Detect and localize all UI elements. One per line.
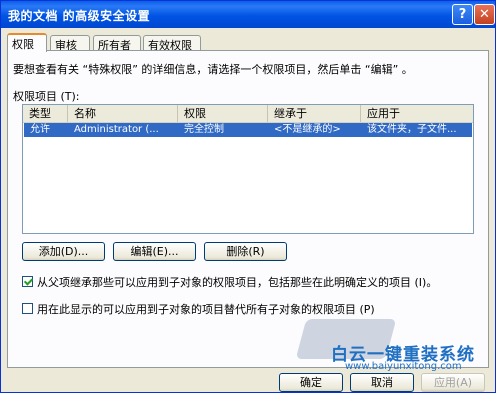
close-button[interactable]: ✕ [474, 4, 495, 25]
cell-applies-to: 该文件夹，子文件... [367, 124, 457, 135]
tab-owner[interactable]: 所有者 [93, 35, 141, 52]
column-inherited-from[interactable]: 继承于 [268, 105, 361, 122]
column-name[interactable]: 名称 [68, 105, 178, 122]
column-type[interactable]: 类型 [23, 105, 68, 122]
help-button[interactable]: ? [452, 4, 473, 25]
ok-button[interactable]: 确定 [279, 373, 343, 392]
cell-type: 允许 [30, 124, 50, 135]
window-title: 我的文档 的高级安全设置 [8, 9, 151, 23]
column-applies-to[interactable]: 应用于 [361, 105, 473, 122]
apply-button[interactable]: 应用(A) [421, 373, 485, 392]
watermark-url: www.baiyunxitong.com [345, 361, 462, 372]
edit-button[interactable]: 编辑(E)... [113, 242, 196, 261]
tab-permissions[interactable]: 权限 [7, 33, 47, 52]
cell-permission: 完全控制 [184, 124, 224, 135]
permission-list-label: 权限项目 (T): [13, 90, 80, 103]
cancel-button[interactable]: 取消 [350, 373, 414, 392]
intro-text: 要想查看有关 “特殊权限” 的详细信息，请选择一个权限项目，然后单击 “编辑” … [13, 63, 413, 76]
remove-button[interactable]: 删除(R) [204, 242, 287, 261]
list-header: 类型 名称 权限 继承于 应用于 [23, 105, 473, 123]
inherit-label: 从父项继承那些可以应用到子对象的权限项目，包括那些在此明确定义的项目 (I)。 [37, 276, 438, 289]
column-permission[interactable]: 权限 [178, 105, 268, 122]
permission-list[interactable]: 类型 名称 权限 继承于 应用于 允许 Administrator (... 完… [22, 104, 474, 234]
tab-effective-permissions[interactable]: 有效权限 [143, 35, 201, 52]
cell-inherited-from: <不是继承的> [274, 124, 341, 135]
cell-name: Administrator (... [74, 124, 159, 135]
add-button[interactable]: 添加(D)... [22, 242, 105, 261]
security-dialog: 我的文档 的高级安全设置 ? ✕ 权限 审核 所有者 有效权限 要想查看有关 “… [0, 0, 496, 393]
replace-label: 用在此显示的可以应用到子对象的项目替代所有子对象的权限项目 (P) [37, 303, 375, 316]
replace-checkbox[interactable] [22, 303, 33, 314]
inherit-checkbox[interactable] [22, 276, 33, 287]
title-bar[interactable]: 我的文档 的高级安全设置 ? ✕ [1, 1, 495, 28]
tab-auditing[interactable]: 审核 [50, 35, 90, 52]
table-row[interactable]: 允许 Administrator (... 完全控制 <不是继承的> 该文件夹，… [24, 123, 472, 137]
